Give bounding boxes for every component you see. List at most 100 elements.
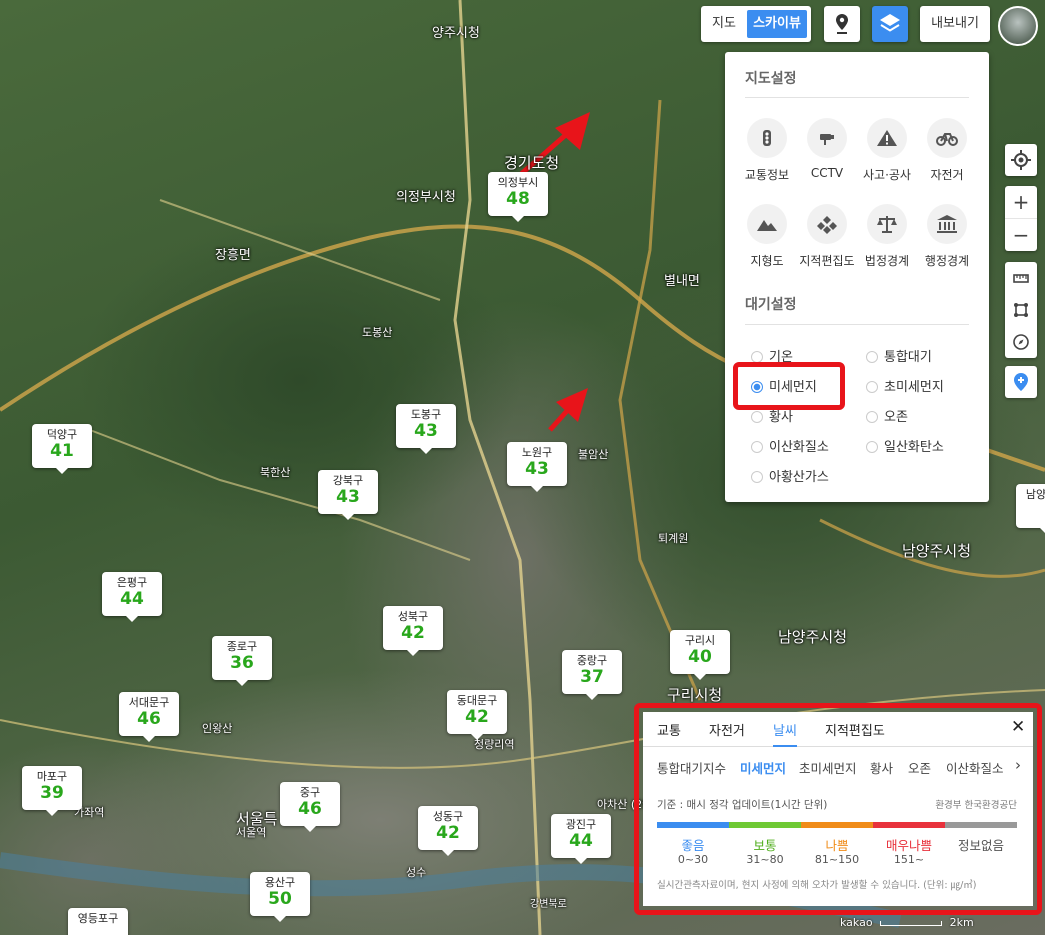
legend-tabs: 교통 자전거 날씨 지적편집도 ✕ xyxy=(643,712,1033,747)
tab-bicycle[interactable]: 자전거 xyxy=(709,720,745,739)
air-quality-legend: 교통 자전거 날씨 지적편집도 ✕ 통합대기지수 미세먼지 초미세먼지 황사 오… xyxy=(643,712,1033,906)
grade-label-good: 좋음 xyxy=(681,838,705,853)
divider xyxy=(745,97,969,98)
tool-accident[interactable]: 사고·공사 xyxy=(857,118,917,183)
kakao-logo: kakao xyxy=(840,916,873,929)
area-icon[interactable] xyxy=(1005,294,1037,326)
tool-terrain[interactable]: 지형도 xyxy=(737,204,797,269)
compass-icon[interactable] xyxy=(1005,326,1037,358)
chevron-right-icon[interactable]: › xyxy=(1015,756,1021,774)
pin-icon[interactable] xyxy=(1005,366,1037,398)
tool-cadastral[interactable]: 지적편집도 xyxy=(797,204,857,269)
radio-ozone[interactable]: 오존 xyxy=(866,406,908,425)
skyview-button[interactable]: 스카이뷰 xyxy=(747,10,807,38)
air-settings-title: 대기설정 xyxy=(745,297,797,313)
aqi-marker-jungnang[interactable]: 중랑구 37 xyxy=(562,650,622,700)
ruler-icon[interactable] xyxy=(1005,262,1037,294)
map-label-bukhansan: 북한산 xyxy=(260,466,291,479)
close-icon[interactable]: ✕ xyxy=(1011,717,1025,737)
map-label-seoul-station: 서울역 xyxy=(236,826,267,839)
zoom-in-icon[interactable]: + xyxy=(1005,186,1037,218)
radio-co[interactable]: 일산화탄소 xyxy=(866,436,944,455)
legend-footnote: 실시간관측자료이며, 현지 사정에 의해 오차가 발생할 수 있습니다. (단위… xyxy=(657,880,977,891)
radio-so2[interactable]: 아황산가스 xyxy=(751,466,829,485)
subtab-integrated[interactable]: 통합대기지수 xyxy=(657,758,726,777)
grade-bar-no-data xyxy=(945,822,1017,828)
aqi-marker-jung[interactable]: 중구 46 xyxy=(280,782,340,832)
subtab-ozone[interactable]: 오존 xyxy=(908,758,931,777)
layers-icon xyxy=(880,14,900,32)
aqi-marker-seodaemun[interactable]: 서대문구 46 xyxy=(119,692,179,742)
subtab-yellow-dust[interactable]: 황사 xyxy=(870,758,893,777)
aqi-marker-jongno[interactable]: 종로구 36 xyxy=(212,636,272,686)
map-view-button[interactable]: 지도 xyxy=(705,10,743,38)
tab-traffic[interactable]: 교통 xyxy=(657,720,681,739)
aqi-marker-seongbuk[interactable]: 성북구 42 xyxy=(383,606,443,656)
export-button[interactable]: 내보내기 xyxy=(920,6,990,42)
layers-button[interactable] xyxy=(872,6,908,42)
tab-cadastral[interactable]: 지적편집도 xyxy=(825,720,885,739)
map-label-namyangju-2: 남양주시청 xyxy=(778,628,848,646)
roadview-icon xyxy=(836,14,848,34)
roadview-button[interactable] xyxy=(824,6,860,42)
grade-label-normal: 보통 xyxy=(753,838,777,853)
grade-range-normal: 31~80 xyxy=(746,853,784,866)
grade-label-no-data: 정보없음 xyxy=(957,838,1004,853)
aqi-marker-guri[interactable]: 구리시 40 xyxy=(670,630,730,680)
map-label-namyangju-1: 남양주시청 xyxy=(902,542,972,560)
radio-integrated-air[interactable]: 통합대기 xyxy=(866,346,932,365)
aqi-marker-dongdaemun[interactable]: 동대문구 42 xyxy=(447,690,507,740)
aqi-marker-dobong[interactable]: 도봉구 43 xyxy=(396,404,456,454)
radio-no2[interactable]: 이산화질소 xyxy=(751,436,829,455)
map-label-uijeongbu-city-hall: 의정부시청 xyxy=(396,190,456,205)
legend-basis: 기준 : 매시 정각 업데이트(1시간 단위) xyxy=(657,799,828,811)
scale-distance: 2km xyxy=(949,916,974,929)
my-location-icon[interactable] xyxy=(1005,144,1037,176)
map-settings-title: 지도설정 xyxy=(745,71,797,87)
aqi-marker-mapo[interactable]: 마포구 39 xyxy=(22,766,82,816)
radio-dot xyxy=(751,411,763,423)
tab-weather[interactable]: 날씨 xyxy=(773,720,797,747)
avatar[interactable] xyxy=(998,6,1038,46)
map-settings-panel: 지도설정 교통정보 CCTV 사고·공사 자전거 지형도 지적편집도 법정경계 … xyxy=(725,52,989,502)
map-label-dobongsan: 도봉산 xyxy=(362,326,393,339)
radio-dot xyxy=(866,351,878,363)
map-label-seongsu: 성수 xyxy=(406,866,427,879)
aqi-marker-namyang[interactable]: 남양 xyxy=(1016,484,1045,534)
map-label-gangbyeon: 강변북로 xyxy=(530,899,567,910)
scale-bar xyxy=(880,921,943,926)
map-label-yangju: 양주시청 xyxy=(432,26,480,41)
map-label-gyeonggi: 경기도청 xyxy=(504,154,560,172)
aqi-marker-eunpyeong[interactable]: 은평구 44 xyxy=(102,572,162,622)
tool-traffic[interactable]: 교통정보 xyxy=(737,118,797,183)
aqi-marker-uijeongbu[interactable]: 의정부시 48 xyxy=(488,172,548,222)
my-location-control[interactable] xyxy=(1005,144,1037,176)
radio-pm25[interactable]: 초미세먼지 xyxy=(866,376,944,395)
aqi-marker-gwangjin[interactable]: 광진구 44 xyxy=(551,814,611,864)
aqi-marker-deogyang[interactable]: 덕양구 41 xyxy=(32,424,92,474)
tool-cctv[interactable]: CCTV xyxy=(797,118,857,180)
mountain-icon xyxy=(747,204,787,244)
tool-legal-boundary[interactable]: 법정경계 xyxy=(857,204,917,269)
tool-admin-boundary[interactable]: 행정경계 xyxy=(917,204,977,269)
aqi-marker-seongdong[interactable]: 성동구 42 xyxy=(418,806,478,856)
government-icon xyxy=(927,204,967,244)
subtab-no2[interactable]: 이산화질소 xyxy=(946,758,1004,777)
cctv-icon xyxy=(807,118,847,158)
grade-bar-normal xyxy=(729,822,801,828)
grade-range-bad: 81~150 xyxy=(814,853,860,866)
aqi-marker-gangbuk[interactable]: 강북구 43 xyxy=(318,470,378,520)
traffic-light-icon xyxy=(747,118,787,158)
aqi-marker-yongsan[interactable]: 용산구 50 xyxy=(250,872,310,922)
subtab-pm25[interactable]: 초미세먼지 xyxy=(799,758,857,777)
grade-label-very-bad: 매우나쁨 xyxy=(885,838,932,853)
radio-dot xyxy=(751,441,763,453)
tool-bicycle[interactable]: 자전거 xyxy=(917,118,977,183)
grade-bar-very-bad xyxy=(873,822,945,828)
aqi-marker-yeongdeungpo[interactable]: 영등포구 xyxy=(68,908,128,935)
subtab-pm10[interactable]: 미세먼지 xyxy=(740,758,786,777)
zoom-out-icon[interactable]: − xyxy=(1005,218,1037,251)
aqi-marker-nowon[interactable]: 노원구 43 xyxy=(507,442,567,492)
pin-control[interactable] xyxy=(1005,366,1037,398)
cadastral-icon xyxy=(807,204,847,244)
